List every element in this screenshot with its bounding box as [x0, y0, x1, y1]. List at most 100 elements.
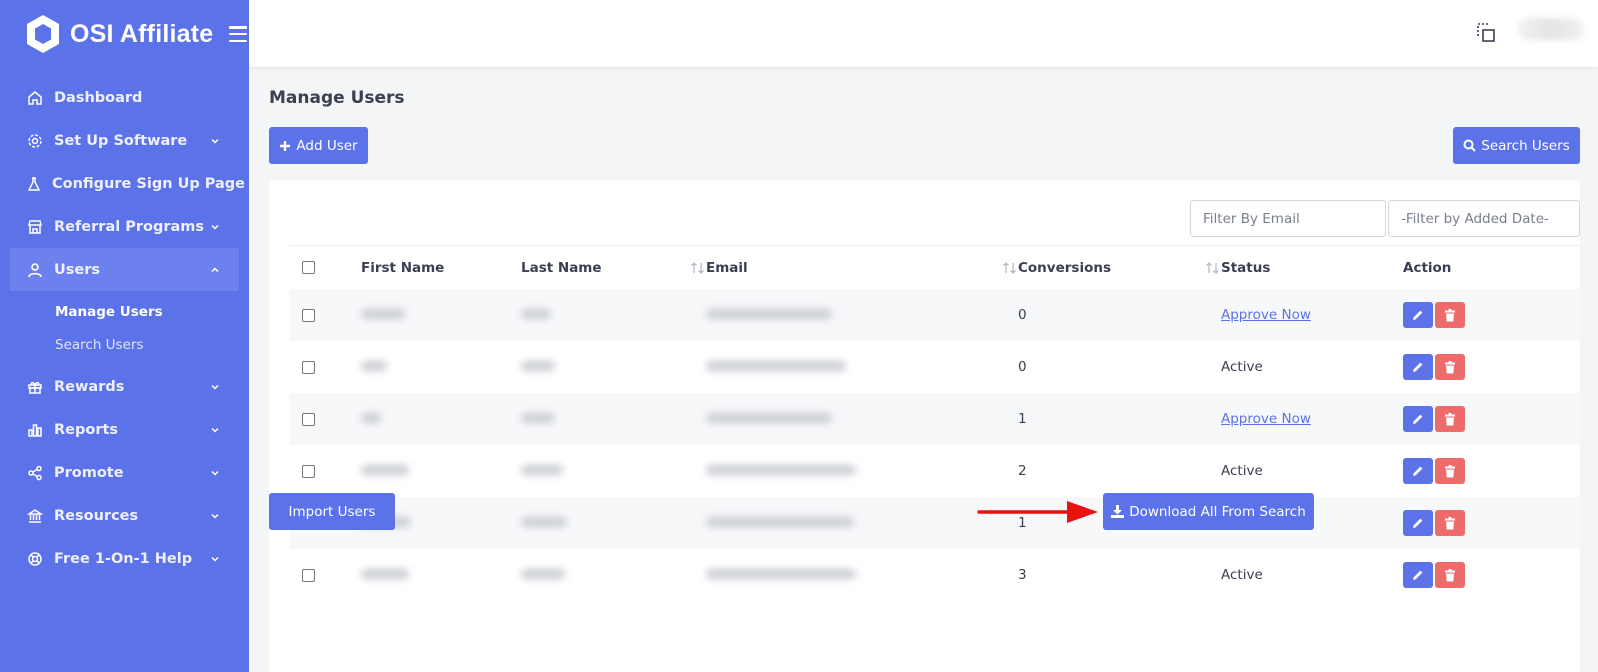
pencil-icon [1413, 570, 1423, 580]
last-name-redacted [521, 361, 555, 371]
chevron-down-icon [209, 381, 221, 393]
users-submenu: Manage Users Search Users [0, 291, 249, 365]
hamburger-menu-icon[interactable] [229, 26, 248, 42]
table-body: 0 Approve Now 0 Active 1 Approve Now 2 A… [289, 289, 1580, 601]
approve-now-link[interactable]: Approve Now [1221, 307, 1311, 323]
sort-icon[interactable] [1002, 261, 1018, 274]
sidebar-item-configure-sign-up-page[interactable]: Configure Sign Up Page [0, 162, 249, 205]
sidebar-item-users[interactable]: Users [10, 248, 239, 291]
first-name-redacted [361, 465, 409, 475]
download-all-button[interactable]: Download All From Search [1103, 493, 1314, 530]
last-name-redacted [521, 517, 567, 527]
conversions-value: 0 [1018, 359, 1027, 375]
sort-icon[interactable] [690, 261, 706, 274]
sidebar-subitem-search-users[interactable]: Search Users [55, 328, 249, 361]
delete-button[interactable] [1435, 458, 1465, 484]
sidebar-item-referral-programs[interactable]: Referral Programs [0, 205, 249, 248]
bar-chart-icon [26, 421, 44, 439]
sidebar-item-label: Configure Sign Up Page [52, 175, 246, 192]
row-checkbox[interactable] [302, 412, 315, 426]
pencil-icon [1413, 414, 1423, 424]
select-all-checkbox[interactable] [302, 261, 315, 274]
column-header-label: Email [706, 259, 748, 276]
sidebar-item-promote[interactable]: Promote [0, 451, 249, 494]
row-checkbox[interactable] [302, 308, 315, 322]
edit-button[interactable] [1403, 406, 1433, 432]
status-text: Active [1221, 463, 1263, 479]
sidebar-subitem-manage-users[interactable]: Manage Users [55, 295, 249, 328]
first-name-redacted [361, 413, 381, 423]
trash-icon [1445, 360, 1455, 373]
sidebar-item-rewards[interactable]: Rewards [0, 365, 249, 408]
sidebar-item-reports[interactable]: Reports [0, 408, 249, 451]
edit-button[interactable] [1403, 302, 1433, 328]
delete-button[interactable] [1435, 510, 1465, 536]
home-icon [26, 89, 44, 107]
delete-button[interactable] [1435, 562, 1465, 588]
trash-icon [1445, 568, 1455, 581]
search-users-button[interactable]: Search Users [1453, 127, 1580, 164]
sidebar-item-label: Promote [54, 464, 124, 481]
email-redacted [706, 465, 856, 475]
user-icon [26, 261, 44, 279]
brand-name[interactable]: OSI Affiliate [70, 20, 213, 49]
user-avatar[interactable] [1518, 18, 1584, 40]
lifebuoy-icon [26, 550, 44, 568]
table-row: 1 Approve Now [289, 393, 1580, 445]
import-users-button[interactable]: Import Users [269, 493, 395, 530]
osi-logo-icon[interactable] [24, 14, 62, 54]
users-card: First Name Last Name Email Conversions S… [269, 180, 1580, 672]
column-header-first-name[interactable]: First Name [361, 260, 521, 276]
sidebar-item-set-up-software[interactable]: Set Up Software [0, 119, 249, 162]
column-header-last-name[interactable]: Last Name [521, 260, 706, 276]
edit-button[interactable] [1403, 562, 1433, 588]
filter-date-input[interactable] [1388, 200, 1580, 237]
sidebar-item-label: Reports [54, 421, 119, 438]
trash-icon [1445, 412, 1455, 425]
sidebar-item-label: Free 1-On-1 Help [54, 550, 193, 567]
edit-button[interactable] [1403, 510, 1433, 536]
column-header-status: Status [1221, 259, 1271, 276]
sidebar: OSI Affiliate Dashboard Set Up Software … [0, 0, 249, 672]
conversions-value: 0 [1018, 307, 1027, 323]
row-checkbox[interactable] [302, 464, 315, 478]
email-redacted [706, 569, 856, 579]
filter-email-input[interactable] [1190, 200, 1386, 237]
download-icon [1111, 505, 1125, 518]
sidebar-item-label: Resources [54, 507, 139, 524]
column-header-conversions[interactable]: Conversions [1018, 260, 1221, 276]
gear-icon [26, 132, 44, 150]
last-name-redacted [521, 413, 555, 423]
store-icon [26, 218, 44, 236]
sidebar-nav: Dashboard Set Up Software Configure Sign… [0, 76, 249, 580]
sidebar-item-resources[interactable]: Resources [0, 494, 249, 537]
download-all-label: Download All From Search [1129, 503, 1306, 520]
sidebar-item-label: Users [54, 261, 101, 278]
trash-icon [1445, 464, 1455, 477]
delete-button[interactable] [1435, 302, 1465, 328]
sidebar-item-free-help[interactable]: Free 1-On-1 Help [0, 537, 249, 580]
fullscreen-icon[interactable] [1476, 22, 1498, 44]
status-text: Active [1221, 359, 1263, 375]
add-user-button[interactable]: Add User [269, 127, 368, 164]
last-name-redacted [521, 569, 565, 579]
conversions-value: 3 [1018, 567, 1027, 583]
search-icon [1463, 139, 1476, 152]
column-header-email[interactable]: Email [706, 260, 1018, 276]
edit-button[interactable] [1403, 354, 1433, 380]
gift-icon [26, 378, 44, 396]
row-checkbox[interactable] [302, 360, 315, 374]
users-table: First Name Last Name Email Conversions S… [289, 245, 1580, 601]
chevron-down-icon [209, 424, 221, 436]
sidebar-item-label: Set Up Software [54, 132, 188, 149]
delete-button[interactable] [1435, 406, 1465, 432]
sidebar-item-dashboard[interactable]: Dashboard [0, 76, 249, 119]
row-checkbox[interactable] [302, 568, 315, 582]
email-redacted [706, 517, 854, 527]
edit-button[interactable] [1403, 458, 1433, 484]
sidebar-item-label: Dashboard [54, 89, 143, 106]
sort-icon[interactable] [1205, 261, 1221, 274]
approve-now-link[interactable]: Approve Now [1221, 411, 1311, 427]
table-row: 1 Active [289, 497, 1580, 549]
delete-button[interactable] [1435, 354, 1465, 380]
